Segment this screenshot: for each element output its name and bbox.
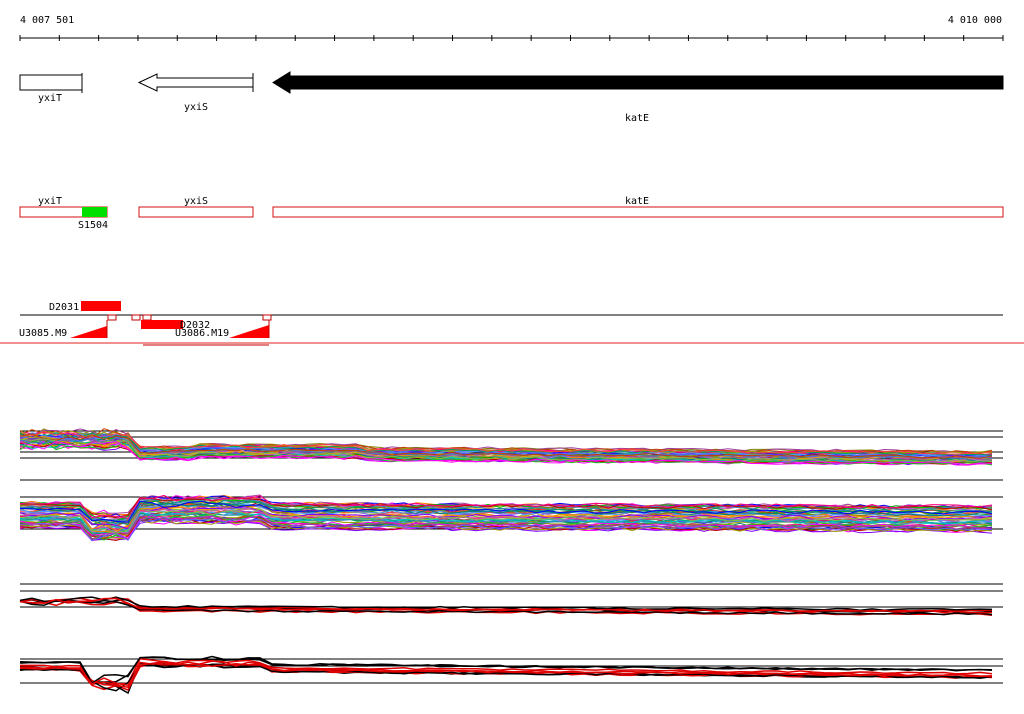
ruler-end-label: 4 010 000 <box>948 15 1002 26</box>
gene-track[interactable]: yxiT yxiS katE <box>19 71 1004 124</box>
gene-yxiT-label: yxiT <box>38 93 62 104</box>
feature-S1504-box[interactable] <box>82 207 107 217</box>
upstream-U3086-wedge[interactable] <box>229 325 269 338</box>
ruler-start-label: 4 007 501 <box>20 15 74 26</box>
upstream-U3086-label: U3086.M19 <box>175 328 229 339</box>
expression-profile-panel-2 <box>19 479 1003 542</box>
expression-profile-panel-3 <box>19 583 1003 616</box>
genome-browser-view: 4 007 501 4 010 000 yxiT yxiS katE yxiT … <box>0 15 1024 695</box>
upstream-D2031-label: D2031 <box>49 302 79 313</box>
transcript-yxiS[interactable] <box>138 206 254 218</box>
transcript-katE-label: katE <box>625 196 649 207</box>
transcript-track[interactable]: yxiT S1504 yxiS katE <box>19 196 1004 231</box>
transcript-yxiT-label: yxiT <box>38 196 62 207</box>
expression-profile-line <box>19 663 993 692</box>
gene-katE-label: katE <box>625 113 649 124</box>
gene-katE-arrow[interactable] <box>272 71 1004 94</box>
transcript-yxiS-label: yxiS <box>184 196 208 207</box>
upstream-U3085-label: U3085.M9 <box>19 328 67 339</box>
upstream-D2031-box[interactable] <box>81 301 121 311</box>
upstream-feature-track[interactable]: D2031 D2032 U3085.M9 U3086.M19 <box>19 301 1003 346</box>
gene-yxiT-arrow[interactable] <box>19 73 83 93</box>
expression-profile-panel-4 <box>19 655 1003 695</box>
feature-S1504-label: S1504 <box>78 220 108 231</box>
transcript-katE[interactable] <box>272 206 1004 218</box>
gene-yxiS-arrow[interactable] <box>137 73 254 92</box>
gene-yxiS-label: yxiS <box>184 102 208 113</box>
coordinate-ruler: 4 007 501 4 010 000 <box>19 15 1004 41</box>
upstream-U3085-wedge[interactable] <box>70 326 107 338</box>
expression-profile-panel-1 <box>19 428 1003 466</box>
